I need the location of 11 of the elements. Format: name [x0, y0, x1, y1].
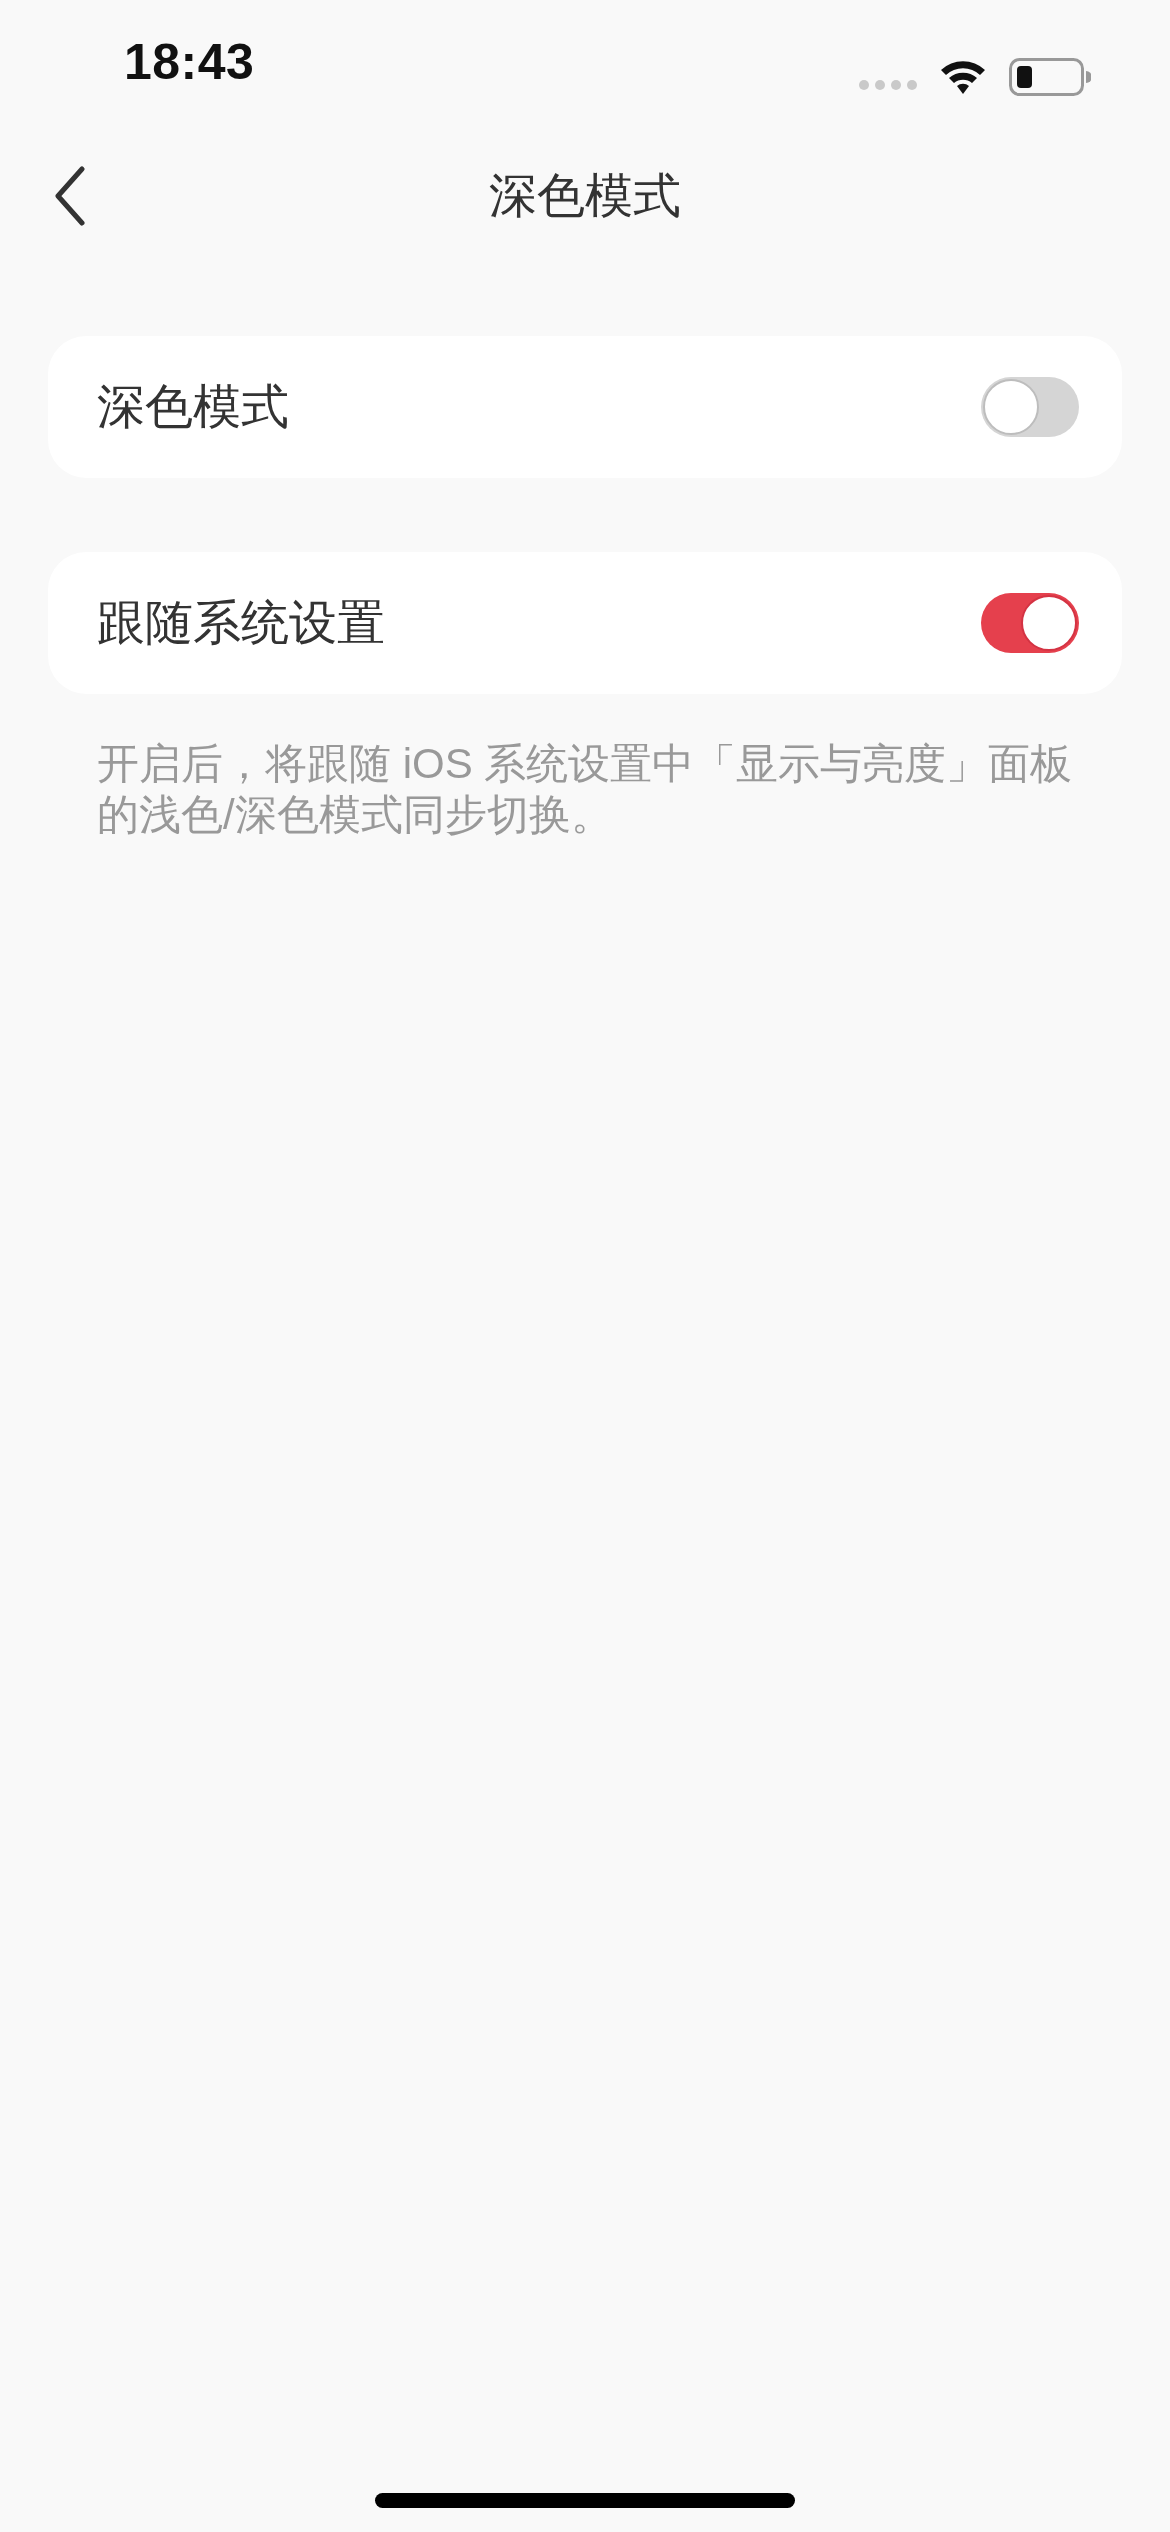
battery-icon: [1009, 58, 1091, 96]
signal-dots-icon: [859, 80, 917, 90]
toggle-switch[interactable]: [981, 593, 1079, 653]
toggle-switch[interactable]: [981, 377, 1079, 437]
setting-label: 深色模式: [97, 379, 289, 435]
wifi-icon: [939, 58, 987, 96]
hint-text: 开启后，将跟随 iOS 系统设置中「显示与亮度」面板的浅色/深色模式同步切换。: [97, 739, 1074, 840]
status-time: 18:43: [124, 33, 255, 91]
page-title: 深色模式: [489, 168, 681, 224]
setting-label: 跟随系统设置: [97, 595, 385, 651]
back-icon[interactable]: [54, 166, 86, 226]
